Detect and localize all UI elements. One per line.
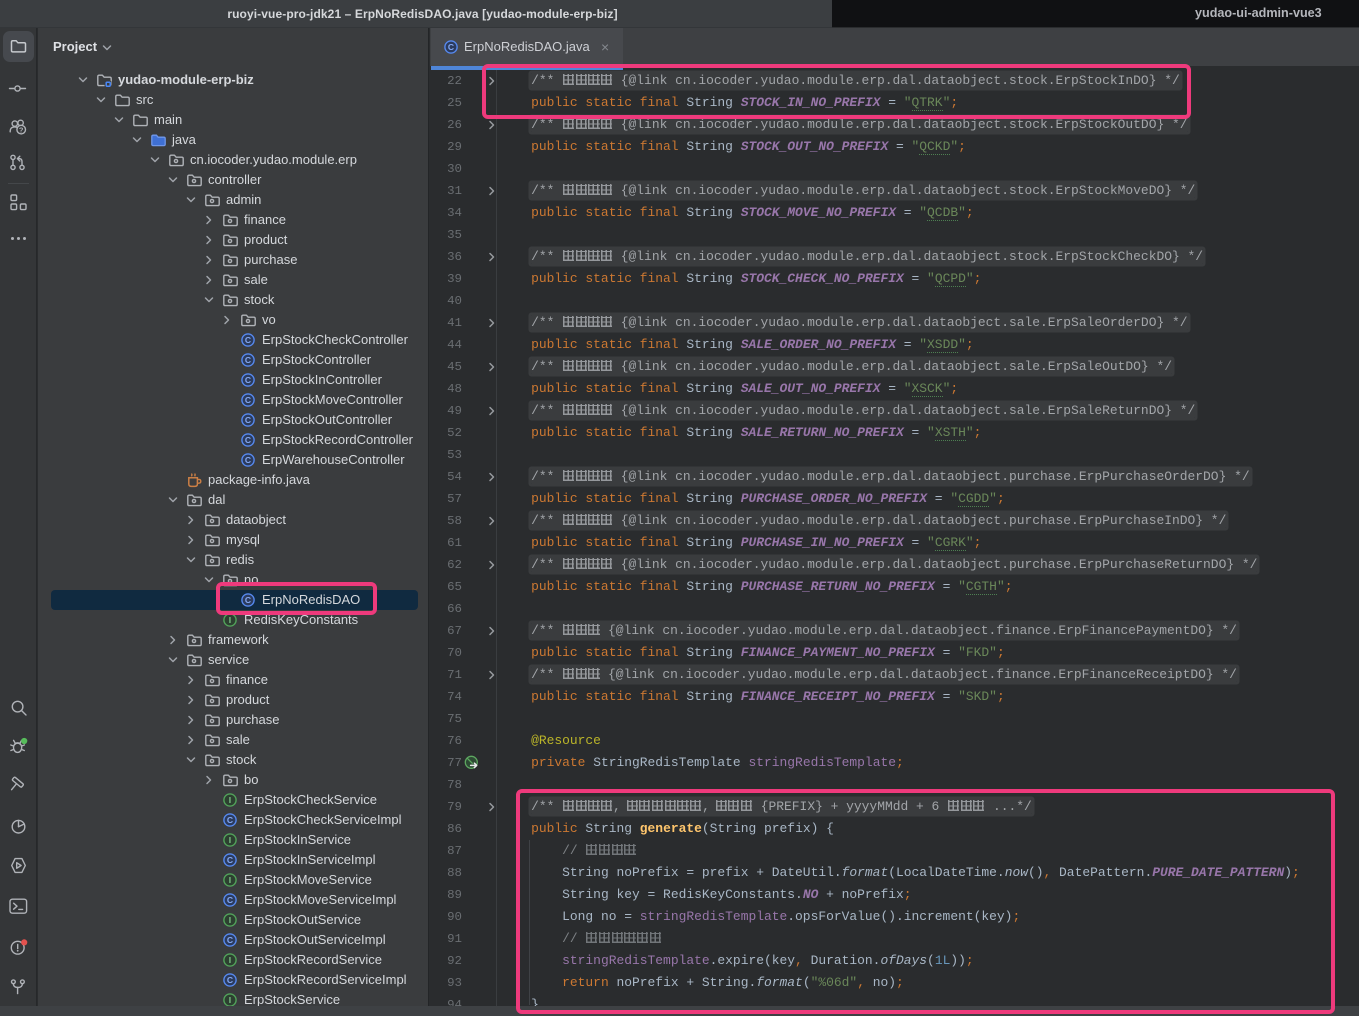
svg-text:C: C bbox=[227, 815, 233, 825]
svg-text:C: C bbox=[227, 975, 233, 985]
svg-text:C: C bbox=[448, 42, 454, 52]
svg-text:I: I bbox=[229, 795, 231, 805]
svg-text:I: I bbox=[229, 615, 231, 625]
svg-text:C: C bbox=[227, 855, 233, 865]
svg-text:C: C bbox=[227, 935, 233, 945]
svg-text:C: C bbox=[227, 895, 233, 905]
svg-text:C: C bbox=[245, 395, 251, 405]
svg-text:C: C bbox=[245, 435, 251, 445]
svg-text:C: C bbox=[245, 375, 251, 385]
svg-text:C: C bbox=[245, 335, 251, 345]
svg-text:I: I bbox=[229, 875, 231, 885]
svg-text:C: C bbox=[245, 355, 251, 365]
svg-text:I: I bbox=[229, 835, 231, 845]
svg-text:C: C bbox=[245, 455, 251, 465]
svg-text:?: ? bbox=[19, 125, 24, 134]
svg-text:I: I bbox=[229, 955, 231, 965]
svg-text:C: C bbox=[245, 415, 251, 425]
svg-text:I: I bbox=[229, 915, 231, 925]
svg-text:I: I bbox=[229, 995, 231, 1005]
